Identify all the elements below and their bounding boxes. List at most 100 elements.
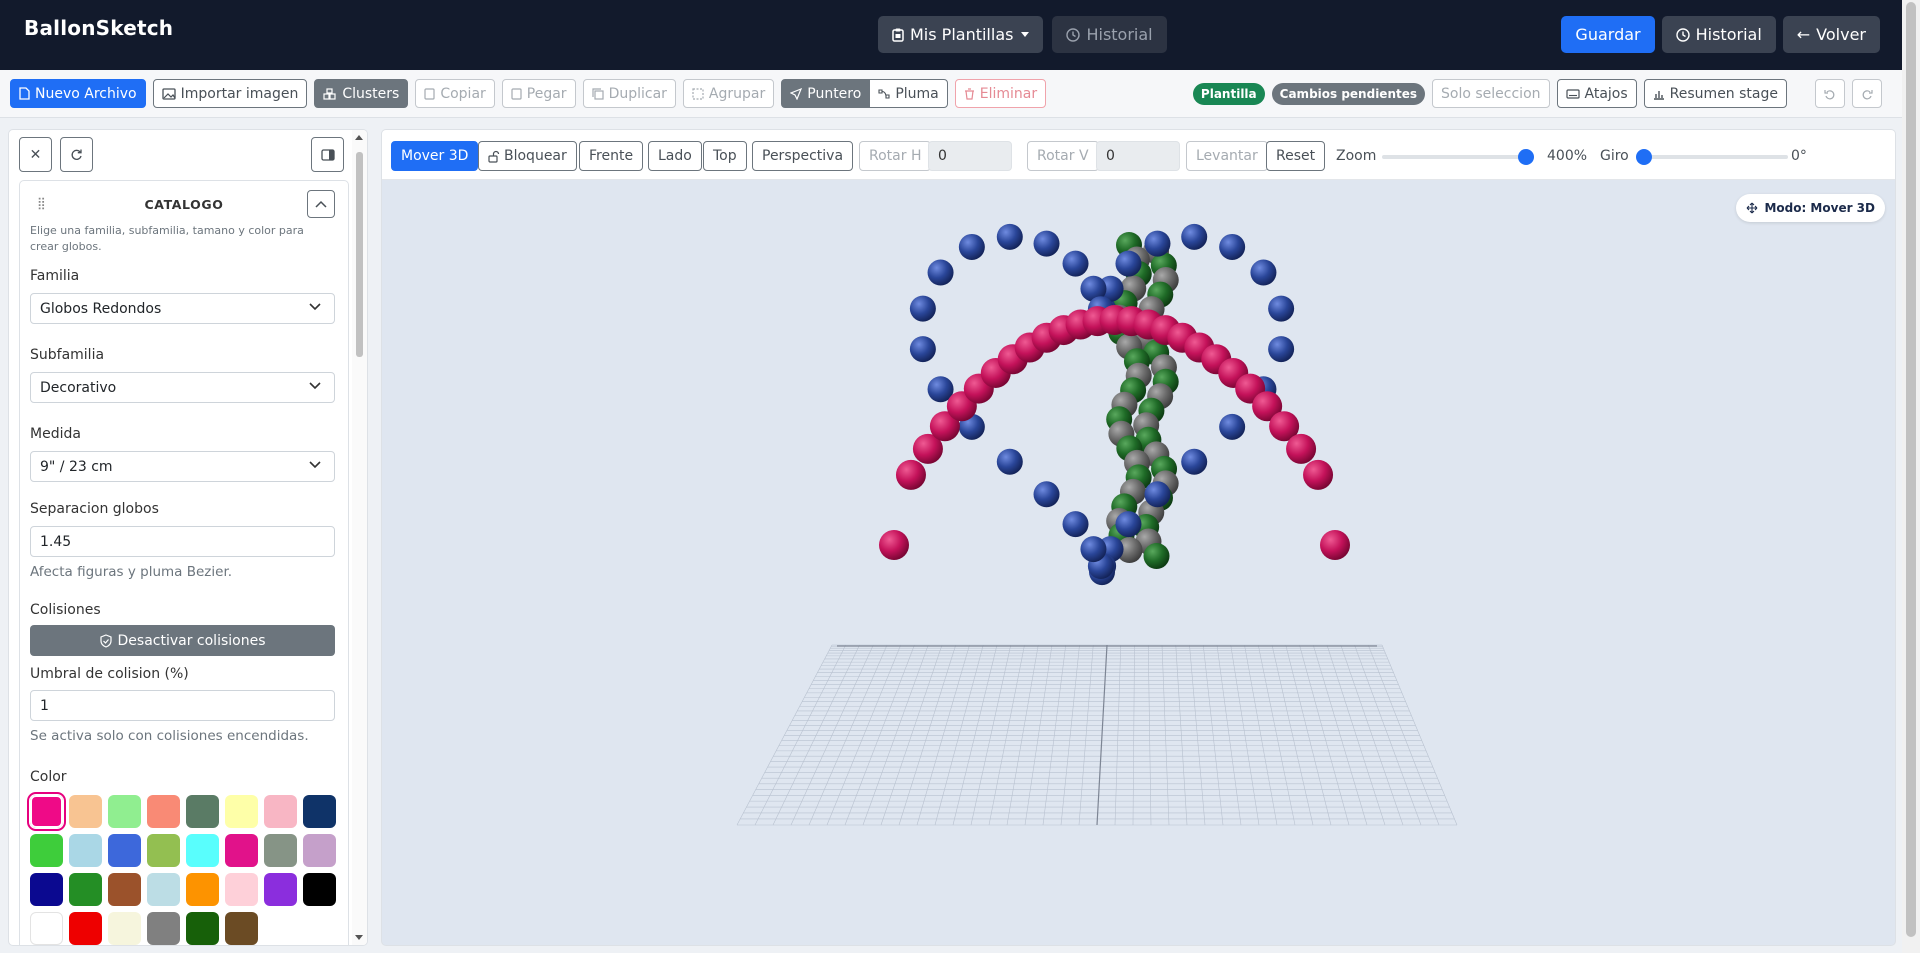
balloon[interactable] — [1303, 459, 1334, 490]
delete-button[interactable]: Eliminar — [954, 79, 1047, 108]
color-swatch[interactable] — [69, 834, 102, 867]
scroll-down-icon[interactable] — [355, 935, 363, 940]
close-panel-button[interactable]: ✕ — [19, 137, 52, 172]
copy-button[interactable]: Copiar — [415, 79, 495, 108]
balloon[interactable] — [895, 459, 926, 490]
color-swatch[interactable] — [108, 795, 141, 828]
balloon[interactable] — [1268, 295, 1295, 322]
page-scroll-thumb[interactable] — [1906, 2, 1916, 937]
stage-summary-button[interactable]: Resumen stage — [1643, 79, 1787, 108]
reset-panel-button[interactable] — [60, 137, 93, 172]
shortcuts-button[interactable]: Atajos — [1556, 79, 1637, 108]
subfamily-select[interactable]: Decorativo — [30, 372, 335, 403]
color-swatch[interactable] — [186, 912, 219, 945]
balloon[interactable] — [1115, 511, 1142, 538]
balloon[interactable] — [1080, 536, 1107, 563]
balloon[interactable] — [1033, 481, 1060, 508]
history-button[interactable]: Historial — [1661, 16, 1776, 53]
family-select[interactable]: Globos Redondos — [30, 293, 335, 324]
color-swatch[interactable] — [69, 795, 102, 828]
panel-scroll-thumb[interactable] — [356, 152, 363, 357]
color-swatch[interactable] — [147, 834, 180, 867]
balloon[interactable] — [1144, 481, 1171, 508]
color-swatch[interactable] — [108, 912, 141, 945]
color-swatch[interactable] — [225, 795, 258, 828]
collapse-button[interactable] — [307, 190, 335, 218]
history-label: Historial — [1695, 25, 1762, 44]
back-button[interactable]: ← Volver — [1782, 16, 1880, 53]
balloon[interactable] — [996, 448, 1023, 475]
balloon[interactable] — [1115, 250, 1142, 277]
pen-tool-button[interactable]: Pluma — [869, 79, 948, 108]
color-swatch[interactable] — [225, 912, 258, 945]
color-swatch[interactable] — [108, 873, 141, 906]
undo-button[interactable] — [1815, 79, 1845, 108]
redo-button[interactable] — [1852, 79, 1882, 108]
color-swatch[interactable] — [303, 873, 336, 906]
balloon[interactable] — [1250, 259, 1277, 286]
duplicate-button[interactable]: Duplicar — [582, 79, 676, 108]
page-scrollbar[interactable] — [1902, 0, 1920, 953]
color-swatch[interactable] — [186, 795, 219, 828]
only-selection-button[interactable]: Solo seleccion — [1432, 79, 1550, 108]
color-swatch[interactable] — [303, 834, 336, 867]
color-swatch[interactable] — [147, 873, 180, 906]
color-swatch[interactable] — [225, 873, 258, 906]
color-swatch[interactable] — [225, 834, 258, 867]
color-swatch[interactable] — [108, 834, 141, 867]
group-button[interactable]: Agrupar — [682, 79, 775, 108]
group-label: Agrupar — [708, 85, 766, 102]
color-swatch[interactable] — [186, 834, 219, 867]
size-select[interactable]: 9" / 23 cm — [30, 451, 335, 482]
balloon[interactable] — [1268, 336, 1295, 363]
grid-line — [1381, 644, 1458, 826]
balloon[interactable] — [909, 295, 936, 322]
threshold-input[interactable]: 1 — [30, 690, 335, 721]
color-swatch[interactable] — [264, 795, 297, 828]
color-swatch[interactable] — [147, 912, 180, 945]
balloon[interactable] — [1181, 223, 1208, 250]
balloon[interactable] — [1320, 530, 1350, 560]
separation-input[interactable]: 1.45 — [30, 526, 335, 557]
templates-dropdown[interactable]: Mis Plantillas — [878, 16, 1044, 53]
paste-button[interactable]: Pegar — [501, 79, 576, 108]
color-swatch[interactable] — [303, 795, 336, 828]
color-swatch[interactable] — [30, 912, 63, 945]
scroll-up-icon[interactable] — [355, 135, 363, 140]
balloon[interactable] — [1286, 433, 1317, 464]
history-disabled-button[interactable]: Historial — [1052, 16, 1167, 53]
balloon[interactable] — [1062, 511, 1089, 538]
balloon[interactable] — [879, 530, 909, 560]
balloon[interactable] — [909, 336, 936, 363]
balloon-scene[interactable] — [382, 130, 1896, 946]
color-swatch[interactable] — [30, 873, 63, 906]
balloon[interactable] — [1143, 543, 1170, 569]
disable-collisions-button[interactable]: Desactivar colisiones — [30, 625, 335, 656]
new-file-button[interactable]: Nuevo Archivo — [10, 79, 146, 108]
pointer-tool-button[interactable]: Puntero — [781, 79, 871, 108]
color-swatch[interactable] — [147, 795, 180, 828]
canvas-viewport[interactable]: Mover 3D Bloquear Frente Lado Top Perspe… — [381, 129, 1896, 946]
balloon[interactable] — [1181, 448, 1208, 475]
panel-scrollbar[interactable] — [352, 130, 367, 945]
balloon[interactable] — [1144, 230, 1171, 257]
balloon[interactable] — [958, 233, 985, 260]
balloon[interactable] — [927, 259, 954, 286]
balloon[interactable] — [996, 223, 1023, 250]
color-swatch[interactable] — [186, 873, 219, 906]
color-swatch[interactable] — [264, 834, 297, 867]
clusters-button[interactable]: Clusters — [314, 79, 409, 108]
color-swatch[interactable] — [30, 834, 63, 867]
balloon[interactable] — [1219, 413, 1246, 440]
color-swatch[interactable] — [69, 873, 102, 906]
import-image-button[interactable]: Importar imagen — [152, 79, 308, 108]
toggle-sidebar-button[interactable] — [311, 137, 344, 172]
balloon[interactable] — [1219, 233, 1246, 260]
balloon[interactable] — [1033, 230, 1060, 257]
shortcuts-label: Atajos — [1584, 85, 1628, 102]
color-swatch[interactable] — [27, 792, 66, 831]
color-swatch[interactable] — [69, 912, 102, 945]
save-button[interactable]: Guardar — [1561, 16, 1655, 53]
color-swatch[interactable] — [264, 873, 297, 906]
balloon[interactable] — [1062, 250, 1089, 277]
